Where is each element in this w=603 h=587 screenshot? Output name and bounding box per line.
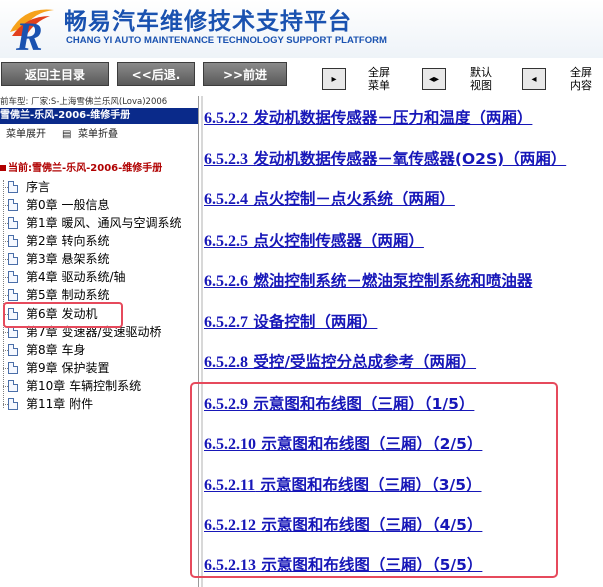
link-number: 6.5.2.7 <box>204 314 248 331</box>
document-icon <box>8 362 18 374</box>
document-icon <box>8 289 18 301</box>
document-icon <box>8 271 18 283</box>
link-number: 6.5.2.5 <box>204 233 248 250</box>
content-link-6-5-2-3[interactable]: 6.5.2.3 发动机数据传感器－氧传感器(O2S)（两厢） <box>204 149 566 170</box>
tree-controls: 菜单展开 ▤ 菜单折叠 <box>0 126 198 144</box>
svg-text:R: R <box>15 14 43 54</box>
highlight-box-chapter-6 <box>3 302 123 328</box>
tree-item-chapter-10[interactable]: 第10章 车辆控制系统 <box>2 377 198 395</box>
link-number: 6.5.2.3 <box>204 151 248 168</box>
car-model-info: 前车型: 厂家:S-上海雪佛兰乐风(Lova)2006 <box>0 96 200 108</box>
tree-item-chapter-9[interactable]: 第9章 保护装置 <box>2 359 198 377</box>
tree-item-label: 第0章 一般信息 <box>26 198 110 212</box>
tree-item-preface[interactable]: 序言 <box>2 178 198 196</box>
brand-subtitle: CHANG YI AUTO MAINTENANCE TECHNOLOGY SUP… <box>66 35 387 46</box>
tree-item-label: 第3章 悬架系统 <box>26 252 110 266</box>
collapse-menu-button[interactable]: 菜单折叠 <box>78 126 118 144</box>
header-banner: R 畅易汽车维修技术支持平台 CHANG YI AUTO MAINTENANCE… <box>0 0 603 58</box>
content-link-6-5-2-7[interactable]: 6.5.2.7 设备控制（两厢） <box>204 312 377 333</box>
expand-menu-button[interactable]: 菜单展开 <box>6 126 46 144</box>
tree-item-chapter-2[interactable]: 第2章 转向系统 <box>2 232 198 250</box>
document-icon <box>8 344 18 356</box>
tree-root-icon <box>0 165 6 171</box>
fullscreen-content-label[interactable]: 全屏 内容 <box>566 66 596 92</box>
highlight-box-wiring-diagrams <box>190 382 558 578</box>
tree-item-chapter-1[interactable]: 第1章 暖风、通风与空调系统 <box>2 214 198 232</box>
tree-item-chapter-4[interactable]: 第4章 驱动系统/轴 <box>2 268 198 286</box>
fullscreen-menu-icon[interactable]: ▸ <box>322 68 346 90</box>
document-icon <box>8 253 18 265</box>
toolbar: 返回主目录 <<后退. >>前进 ▸ 全屏 菜单 ◂▸ 默认 视图 ◂ 全屏 内… <box>0 58 603 96</box>
tree-item-label: 第11章 附件 <box>26 397 94 411</box>
home-button[interactable]: 返回主目录 <box>1 62 109 86</box>
content-link-6-5-2-8[interactable]: 6.5.2.8 受控/受监控分总成参考（两厢） <box>204 352 476 373</box>
tree-current-node[interactable]: 当前:雪佛兰-乐风-2006-维修手册 <box>0 162 162 176</box>
default-view-icon[interactable]: ◂▸ <box>422 68 446 90</box>
default-view-label[interactable]: 默认 视图 <box>466 66 496 92</box>
tree-item-label: 第9章 保护装置 <box>26 361 110 375</box>
tree-current-label: 当前:雪佛兰-乐风-2006-维修手册 <box>8 163 163 174</box>
document-icon <box>8 398 18 410</box>
link-title: 受控/受监控分总成参考（两厢） <box>248 353 477 371</box>
tree-item-chapter-8[interactable]: 第8章 车身 <box>2 341 198 359</box>
tree-item-chapter-3[interactable]: 第3章 悬架系统 <box>2 250 198 268</box>
tree-item-label: 第2章 转向系统 <box>26 234 110 248</box>
document-icon <box>8 217 18 229</box>
link-title: 发动机数据传感器－氧传感器(O2S)（两厢） <box>248 150 567 168</box>
link-number: 6.5.2.4 <box>204 191 248 208</box>
fullscreen-menu-label[interactable]: 全屏 菜单 <box>364 66 394 92</box>
document-icon <box>8 380 18 392</box>
tree-item-chapter-11[interactable]: 第11章 附件 <box>2 395 198 413</box>
tree-item-label: 第1章 暖风、通风与空调系统 <box>26 216 182 230</box>
link-number: 6.5.2.2 <box>204 110 248 127</box>
forward-button[interactable]: >>前进 <box>203 62 287 86</box>
tree-item-label: 序言 <box>26 180 51 194</box>
link-title: 燃油控制系统－燃油泵控制系统和喷油器 <box>248 272 533 290</box>
tree-item-label: 第4章 驱动系统/轴 <box>26 270 126 284</box>
document-icon <box>8 235 18 247</box>
fullscreen-content-icon[interactable]: ◂ <box>522 68 546 90</box>
document-icon <box>8 181 18 193</box>
link-title: 点火控制传感器（两厢） <box>248 232 424 250</box>
link-number: 6.5.2.6 <box>204 273 248 290</box>
document-icon <box>8 199 18 211</box>
content-link-6-5-2-5[interactable]: 6.5.2.5 点火控制传感器（两厢） <box>204 231 424 252</box>
link-title: 设备控制（两厢） <box>248 313 378 331</box>
brand-title: 畅易汽车维修技术支持平台 <box>64 9 352 35</box>
tree-item-chapter-0[interactable]: 第0章 一般信息 <box>2 196 198 214</box>
tree-item-label: 第8章 车身 <box>26 343 86 357</box>
collapse-menu-icon[interactable]: ▤ <box>62 126 71 144</box>
content-link-6-5-2-4[interactable]: 6.5.2.4 点火控制－点火系统（两厢） <box>204 189 455 210</box>
link-title: 点火控制－点火系统（两厢） <box>248 190 455 208</box>
tree-item-label: 第10章 车辆控制系统 <box>26 379 142 393</box>
changyi-logo-icon: R <box>10 9 54 54</box>
content-link-6-5-2-2[interactable]: 6.5.2.2 发动机数据传感器－压力和温度（两厢） <box>204 108 532 129</box>
link-number: 6.5.2.8 <box>204 354 248 371</box>
back-button[interactable]: <<后退. <box>117 62 195 86</box>
link-title: 发动机数据传感器－压力和温度（两厢） <box>248 109 533 127</box>
manual-title-bar: 雪佛兰-乐风-2006-维修手册 <box>0 108 198 124</box>
content-link-6-5-2-6[interactable]: 6.5.2.6 燃油控制系统－燃油泵控制系统和喷油器 <box>204 271 532 292</box>
